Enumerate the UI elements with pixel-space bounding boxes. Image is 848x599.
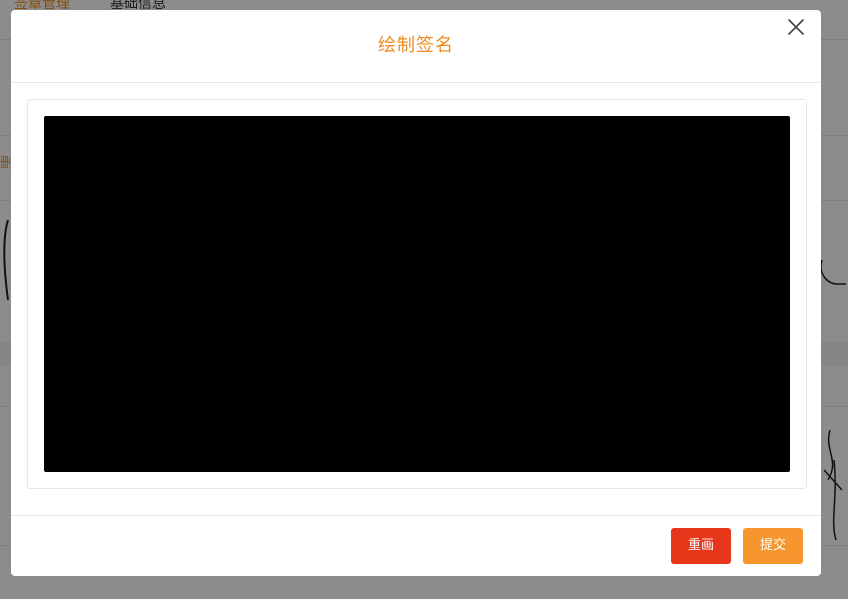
draw-signature-dialog: 绘制签名 重画 提交 (11, 10, 821, 576)
dialog-header: 绘制签名 (11, 10, 821, 83)
submit-button[interactable]: 提交 (743, 528, 803, 564)
close-button[interactable] (783, 14, 809, 40)
close-icon (788, 19, 804, 35)
dialog-body (27, 99, 807, 489)
dialog-footer: 重画 提交 (11, 515, 821, 576)
dialog-title: 绘制签名 (378, 35, 454, 56)
signature-canvas[interactable] (44, 116, 790, 472)
redraw-button[interactable]: 重画 (671, 528, 731, 564)
